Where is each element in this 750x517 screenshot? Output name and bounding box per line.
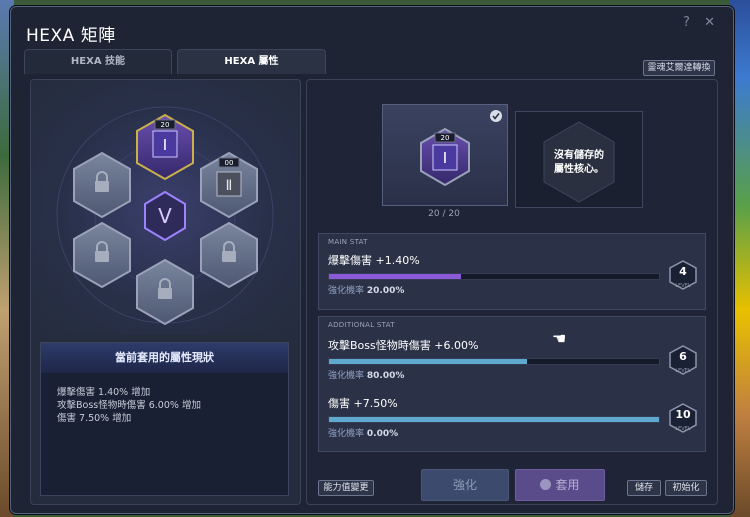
check-icon (540, 479, 552, 490)
svg-text:20: 20 (161, 121, 170, 129)
close-icon[interactable]: ✕ (704, 15, 715, 30)
stat-name: 傷害 +7.50% (328, 397, 398, 410)
stat-rate: 強化機率 80.00% (328, 371, 405, 381)
stat-detail-panel: Ⅰ 20 20 / 20 沒有儲存的 屬性核心。 MAIN STAT 爆擊傷害 … (306, 79, 718, 505)
summary-line: 攻擊Boss怪物時傷害 6.00% 增加 (57, 400, 201, 411)
svg-text:Ⅰ: Ⅰ (443, 149, 447, 167)
stat-node-2[interactable]: Ⅱ 00 (200, 151, 258, 219)
level-badge: 10 LEVEL (668, 403, 698, 433)
stat-progress-fill (329, 417, 659, 422)
summary-line: 爆擊傷害 1.40% 增加 (57, 387, 151, 398)
locked-node-5 (200, 221, 258, 289)
core-counter: 20 / 20 (428, 209, 460, 219)
reset-button[interactable]: 初始化 (665, 480, 707, 496)
locked-node-6 (136, 258, 194, 326)
stat-progress-fill (329, 274, 461, 279)
tab-hexa-skill[interactable]: HEXA 技能 (24, 49, 172, 74)
stat-progress-bar (328, 273, 660, 280)
hand-cursor-icon: ☚ (552, 329, 567, 348)
stat-name: 爆擊傷害 +1.40% (328, 254, 420, 267)
save-button[interactable]: 儲存 (627, 480, 661, 496)
additional-stat-header: ADDITIONAL STAT (328, 321, 395, 329)
hexa-matrix-window: HEXA 矩陣 ? ✕ HEXA 技能 HEXA 屬性 靈魂艾爾達轉換 V Ⅰ … (10, 6, 734, 514)
soul-erda-convert-button[interactable]: 靈魂艾爾達轉換 (643, 60, 715, 76)
svg-text:屬性核心。: 屬性核心。 (554, 162, 604, 175)
stat-progress-bar (328, 416, 660, 423)
summary-line: 傷害 7.50% 增加 (57, 413, 132, 424)
stat-node-1[interactable]: Ⅰ 20 (136, 113, 194, 181)
window-title: HEXA 矩陣 (26, 26, 116, 46)
stat-rate: 強化機率 0.00% (328, 429, 399, 439)
locked-node-4 (73, 221, 131, 289)
help-icon[interactable]: ? (683, 15, 690, 30)
svg-text:00: 00 (225, 159, 234, 167)
locked-node-3 (73, 151, 131, 219)
main-stat-header: MAIN STAT (328, 238, 368, 246)
svg-text:沒有儲存的: 沒有儲存的 (554, 148, 604, 161)
hex-matrix: V Ⅰ 20 Ⅱ 00 (31, 80, 300, 335)
saved-core-card: 沒有儲存的 屬性核心。 (515, 111, 643, 208)
center-core-icon: V (144, 190, 186, 242)
level-badge: 6 LEVEL (668, 345, 698, 375)
current-stat-summary: 當前套用的屬性現狀 爆擊傷害 1.40% 增加 攻擊Boss怪物時傷害 6.00… (40, 342, 289, 496)
svg-text:Ⅱ: Ⅱ (226, 178, 233, 194)
level-badge: 4 LEVEL (668, 260, 698, 290)
svg-text:20: 20 (441, 134, 450, 142)
selected-core-card[interactable]: Ⅰ 20 (382, 104, 508, 206)
summary-header: 當前套用的屬性現狀 (41, 343, 288, 373)
svg-text:Ⅰ: Ⅰ (163, 136, 167, 154)
matrix-panel: V Ⅰ 20 Ⅱ 00 當前套用的屬性現狀 爆擊傷害 1.40% 增加 攻擊Bo… (30, 79, 301, 505)
stat-progress-fill (329, 359, 527, 364)
apply-button[interactable]: 套用 (515, 469, 605, 501)
stat-name: 攻擊Boss怪物時傷害 +6.00% (328, 339, 479, 352)
tab-hexa-stat[interactable]: HEXA 屬性 (177, 49, 326, 74)
stat-progress-bar (328, 358, 660, 365)
svg-text:V: V (158, 204, 172, 228)
stat-rate: 強化機率 20.00% (328, 286, 405, 296)
ability-change-button[interactable]: 能力值變更 (318, 480, 374, 496)
additional-stat-section: ADDITIONAL STAT 攻擊Boss怪物時傷害 +6.00% 強化機率 … (318, 316, 706, 452)
main-stat-section: MAIN STAT 爆擊傷害 +1.40% 強化機率 20.00% 4 LEVE… (318, 233, 706, 310)
enhance-button[interactable]: 強化 (421, 469, 509, 501)
